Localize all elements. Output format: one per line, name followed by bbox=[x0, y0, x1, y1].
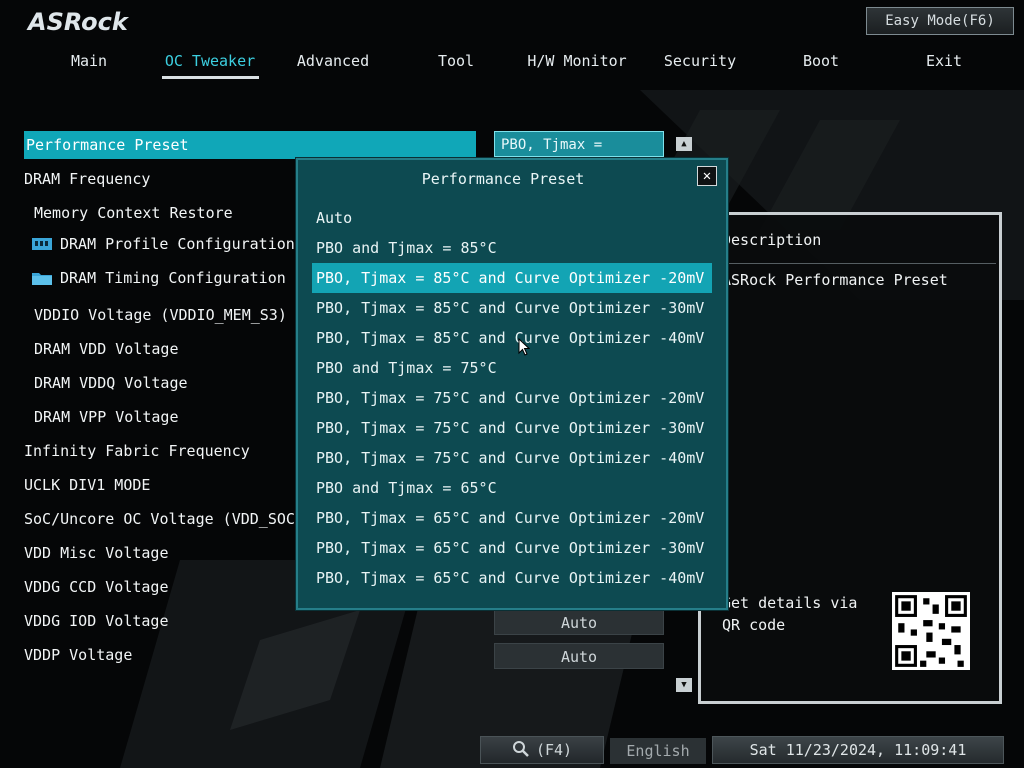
tab-hw-monitor[interactable]: H/W Monitor bbox=[517, 50, 637, 72]
menu-item-label: Memory Context Restore bbox=[34, 204, 233, 222]
scroll-up-arrow-icon[interactable]: ▲ bbox=[676, 137, 692, 151]
search-button[interactable]: (F4) bbox=[480, 736, 604, 764]
menu-item-label: VDD Misc Voltage bbox=[24, 544, 169, 562]
search-icon bbox=[512, 741, 529, 757]
popup-option-pbo-85[interactable]: PBO and Tjmax = 85°C bbox=[312, 233, 712, 263]
menu-item-label: UCLK DIV1 MODE bbox=[24, 476, 151, 494]
menu-item-infinity-fabric-frequency[interactable]: Infinity Fabric Frequency bbox=[24, 437, 250, 465]
menu-item-vddg-ccd-voltage[interactable]: VDDG CCD Voltage bbox=[24, 573, 169, 601]
memory-module-icon bbox=[32, 238, 52, 250]
folder-icon bbox=[32, 273, 52, 285]
popup-option-pbo-75-co-30[interactable]: PBO, Tjmax = 75°C and Curve Optimizer -3… bbox=[312, 413, 712, 443]
performance-preset-value[interactable]: PBO, Tjmax = 85°C... bbox=[494, 131, 664, 179]
menu-item-label: Infinity Fabric Frequency bbox=[24, 442, 250, 460]
menu-item-performance-preset[interactable]: Performance Preset bbox=[24, 131, 476, 159]
menu-item-dram-frequency[interactable]: DRAM Frequency bbox=[24, 165, 150, 193]
menu-item-label: DRAM VDDQ Voltage bbox=[34, 374, 188, 392]
menu-item-vdd-misc-voltage[interactable]: VDD Misc Voltage bbox=[24, 539, 169, 567]
popup-option-pbo-65-co-20[interactable]: PBO, Tjmax = 65°C and Curve Optimizer -2… bbox=[312, 503, 712, 533]
menu-item-vddg-iod-voltage[interactable]: VDDG IOD Voltage bbox=[24, 607, 169, 635]
popup-title: Performance Preset bbox=[298, 160, 708, 196]
popup-option-pbo-75-co-40[interactable]: PBO, Tjmax = 75°C and Curve Optimizer -4… bbox=[312, 443, 712, 473]
menu-item-dram-vddq-voltage[interactable]: DRAM VDDQ Voltage bbox=[34, 369, 188, 397]
scroll-down-arrow-icon[interactable]: ▼ bbox=[676, 678, 692, 692]
menu-item-dram-vdd-voltage[interactable]: DRAM VDD Voltage bbox=[34, 335, 179, 363]
qr-caption: Get details via QR code bbox=[722, 594, 858, 634]
close-icon[interactable]: ✕ bbox=[697, 166, 717, 186]
popup-option-pbo-85-co-40[interactable]: PBO, Tjmax = 85°C and Curve Optimizer -4… bbox=[312, 323, 712, 353]
menu-item-label: DRAM Profile Configuration bbox=[60, 235, 295, 253]
description-divider bbox=[722, 263, 996, 264]
tab-exit[interactable]: Exit bbox=[884, 50, 1004, 72]
menu-item-label: SoC/Uncore OC Voltage (VDD_SOC) bbox=[24, 510, 304, 528]
mouse-cursor-icon bbox=[518, 338, 530, 356]
popup-option-pbo-65-co-40[interactable]: PBO, Tjmax = 65°C and Curve Optimizer -4… bbox=[312, 563, 712, 593]
popup-option-pbo-65-co-30[interactable]: PBO, Tjmax = 65°C and Curve Optimizer -3… bbox=[312, 533, 712, 563]
datetime-display: Sat 11/23/2024, 11:09:41 bbox=[712, 736, 1004, 764]
popup-option-pbo-85-co-20[interactable]: PBO, Tjmax = 85°C and Curve Optimizer -2… bbox=[312, 263, 712, 293]
active-tab-indicator bbox=[162, 76, 259, 79]
tab-oc-tweaker[interactable]: OC Tweaker bbox=[150, 50, 270, 72]
description-text: ASRock Performance Preset bbox=[722, 271, 948, 289]
asrock-logo: ASRock bbox=[28, 8, 128, 36]
menu-item-label: VDDG IOD Voltage bbox=[24, 612, 169, 630]
menu-item-label: DRAM Timing Configuration bbox=[60, 269, 286, 287]
menu-item-label: DRAM VDD Voltage bbox=[34, 340, 179, 358]
popup-option-pbo-75[interactable]: PBO and Tjmax = 75°C bbox=[312, 353, 712, 383]
menu-item-dram-vpp-voltage[interactable]: DRAM VPP Voltage bbox=[34, 403, 179, 431]
tab-boot[interactable]: Boot bbox=[761, 50, 881, 72]
easy-mode-button[interactable]: Easy Mode(F6) bbox=[866, 7, 1014, 35]
tab-tool[interactable]: Tool bbox=[396, 50, 516, 72]
menu-item-dram-timing-configuration[interactable]: DRAM Timing Configuration bbox=[32, 264, 286, 292]
menu-item-label: DRAM Frequency bbox=[24, 170, 151, 188]
main-tab-bar: Main OC Tweaker Advanced Tool H/W Monito… bbox=[0, 50, 1024, 84]
vddp-voltage-value[interactable]: Auto bbox=[494, 643, 664, 669]
menu-item-label: Performance Preset bbox=[26, 136, 189, 154]
description-title: Description bbox=[722, 231, 822, 249]
language-button[interactable]: English bbox=[610, 738, 706, 764]
menu-item-label: DRAM VPP Voltage bbox=[34, 408, 179, 426]
menu-item-vddio-voltage[interactable]: VDDIO Voltage (VDDIO_MEM_S3) bbox=[34, 301, 287, 329]
tab-security[interactable]: Security bbox=[640, 50, 760, 72]
menu-item-dram-profile-configuration[interactable]: DRAM Profile Configuration bbox=[32, 230, 295, 258]
tab-advanced[interactable]: Advanced bbox=[273, 50, 393, 72]
menu-item-soc-uncore-oc-voltage[interactable]: SoC/Uncore OC Voltage (VDD_SOC) bbox=[24, 505, 304, 533]
vddg-iod-voltage-value[interactable]: Auto bbox=[494, 609, 664, 635]
popup-option-pbo-75-co-20[interactable]: PBO, Tjmax = 75°C and Curve Optimizer -2… bbox=[312, 383, 712, 413]
menu-item-label: VDDIO Voltage (VDDIO_MEM_S3) bbox=[34, 306, 287, 324]
menu-item-vddp-voltage[interactable]: VDDP Voltage bbox=[24, 641, 132, 669]
search-shortcut-label: (F4) bbox=[535, 741, 573, 759]
menu-item-label: VDDP Voltage bbox=[24, 646, 133, 664]
qr-code-icon bbox=[892, 592, 970, 670]
popup-option-auto[interactable]: Auto bbox=[312, 203, 712, 233]
menu-item-uclk-div1-mode[interactable]: UCLK DIV1 MODE bbox=[24, 471, 150, 499]
popup-option-pbo-85-co-30[interactable]: PBO, Tjmax = 85°C and Curve Optimizer -3… bbox=[312, 293, 712, 323]
menu-item-label: VDDG CCD Voltage bbox=[24, 578, 169, 596]
menu-item-memory-context-restore[interactable]: Memory Context Restore bbox=[34, 199, 233, 227]
tab-main[interactable]: Main bbox=[29, 50, 149, 72]
popup-option-pbo-65[interactable]: PBO and Tjmax = 65°C bbox=[312, 473, 712, 503]
